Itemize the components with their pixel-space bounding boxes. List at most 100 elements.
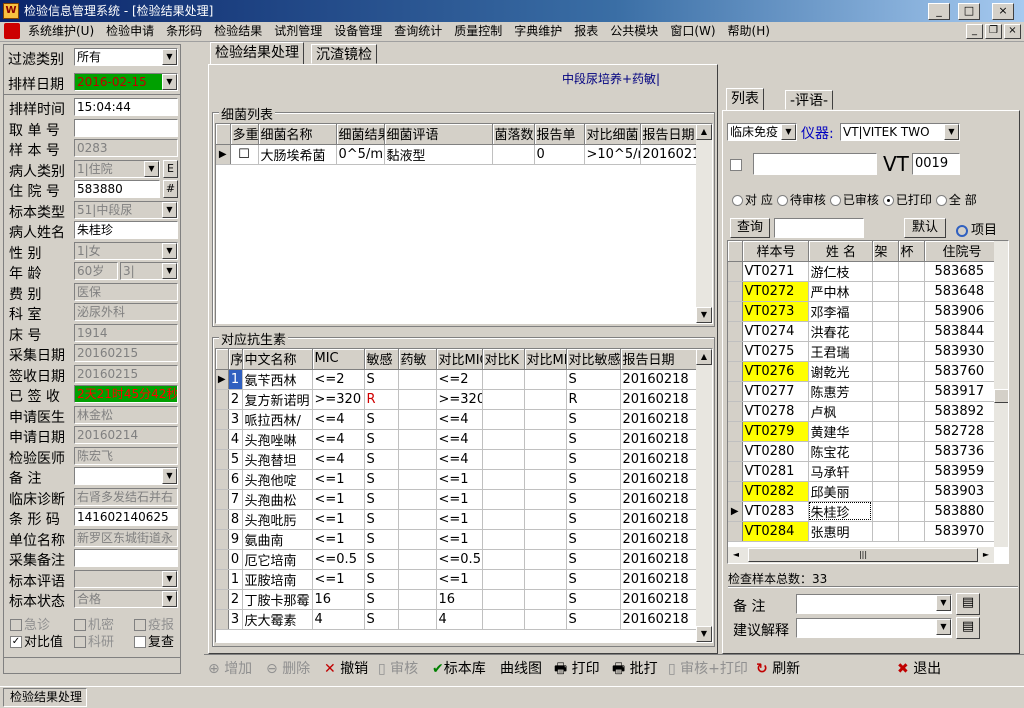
scroll-down-icon[interactable]: ▼ xyxy=(696,307,712,323)
mdi-restore-button[interactable]: ❐ xyxy=(985,24,1002,39)
menu-qc[interactable]: 质量控制 xyxy=(448,22,508,40)
option-checkbox[interactable]: ✓ 对比值 xyxy=(10,631,63,650)
table-row[interactable]: VT0281 马承轩 583959 xyxy=(728,461,999,482)
bacteria-scrollbar[interactable]: ▲ ▼ xyxy=(696,124,712,323)
radio-pending[interactable] xyxy=(776,195,788,206)
note-select[interactable]: ▼ xyxy=(796,594,952,614)
field-value[interactable]: 林金松 xyxy=(74,405,178,424)
tab-sediment[interactable]: 沉渣镜检 xyxy=(311,44,377,64)
col-header[interactable]: 对比敏感 xyxy=(566,349,621,370)
table-row[interactable]: 4 头孢唑啉 <=4 S <=4 S 20160218 xyxy=(216,429,699,450)
exit-button[interactable]: ✖ 退出 xyxy=(897,658,941,680)
menu-system[interactable]: 系统维护(U) xyxy=(22,22,100,40)
chevron-down-icon[interactable]: ▼ xyxy=(936,619,951,635)
col-header[interactable]: 药敏 xyxy=(398,349,437,370)
menu-common[interactable]: 公共模块 xyxy=(604,22,664,40)
field-value[interactable]: 陈宏飞 xyxy=(74,446,178,465)
tab-comment[interactable]: -评语- xyxy=(785,90,834,110)
table-row[interactable]: VT0271 游仁枝 583685 xyxy=(728,261,999,282)
chevron-down-icon[interactable]: ▼ xyxy=(944,124,959,140)
table-row[interactable]: 5 头孢替坦 <=4 S <=4 S 20160218 xyxy=(216,449,699,470)
field-button[interactable]: E xyxy=(163,159,178,178)
field-value[interactable]: 141602140625 xyxy=(74,508,178,526)
table-row[interactable]: VT0272 严中林 583648 xyxy=(728,281,999,302)
chevron-down-icon[interactable]: ▼ xyxy=(162,591,177,607)
scroll-down-icon[interactable]: ▼ xyxy=(696,626,712,642)
col-header[interactable]: 报告日期 xyxy=(640,124,699,145)
minimize-button[interactable]: _ xyxy=(928,3,950,20)
field-button[interactable]: # xyxy=(163,180,178,198)
field-value[interactable]: 新罗区东城街道永 xyxy=(74,528,178,547)
col-header[interactable]: 中文名称 xyxy=(242,349,313,370)
table-row[interactable]: ▶ VT0283 朱桂珍 583880 xyxy=(728,501,999,522)
table-row[interactable]: VT0284 张惠明 583970 xyxy=(728,521,999,542)
menu-window[interactable]: 窗口(W) xyxy=(664,22,721,40)
menu-dict[interactable]: 字典维护 xyxy=(508,22,568,40)
query-input[interactable] xyxy=(774,218,864,238)
field-value[interactable]: 51|中段尿 ▼ xyxy=(74,200,178,219)
col-header[interactable]: 样本号 xyxy=(742,241,809,262)
search-box[interactable] xyxy=(753,153,877,175)
vt-number-field[interactable]: 0019 xyxy=(912,153,960,175)
col-header[interactable]: 细菌结果 xyxy=(336,124,385,145)
chevron-down-icon[interactable]: ▼ xyxy=(162,201,177,218)
print-button[interactable]: 🖶 打印 xyxy=(554,658,600,680)
col-header[interactable]: 菌落数 xyxy=(492,124,535,145)
items-button[interactable]: 项目 xyxy=(956,219,997,238)
refresh-button[interactable]: ↻ 刷新 xyxy=(756,658,800,680)
scroll-up-icon[interactable]: ▲ xyxy=(696,124,712,140)
table-row[interactable]: 2 复方新诺明 >=320 R >=320 R 20160218 xyxy=(216,389,699,410)
col-header[interactable]: 报告单 xyxy=(534,124,585,145)
col-header[interactable]: 敏感 xyxy=(364,349,399,370)
field-value[interactable]: 20160215 xyxy=(74,344,178,362)
sample-grid[interactable]: 样本号姓 名架杯住院号 VT0271 游仁枝 583685 VT0272 严中林 5836… xyxy=(727,240,1009,564)
table-row[interactable]: 3 哌拉西林/<=4 S <=4 S 20160218 xyxy=(216,409,699,430)
field-value[interactable]: 0283 xyxy=(74,139,178,157)
field-value[interactable]: 20160215 xyxy=(74,364,178,383)
option-checkbox[interactable]: 复查 xyxy=(134,631,174,650)
field-value[interactable]: 2天21时45分42秒 xyxy=(74,385,178,403)
clinic-select[interactable]: 临床免疫 ▼ xyxy=(727,123,797,141)
menu-apply[interactable]: 检验申请 xyxy=(100,22,160,40)
table-row[interactable]: 7 头孢曲松 <=1 S <=1 S 20160218 xyxy=(216,489,699,510)
chevron-down-icon[interactable]: ▼ xyxy=(144,160,159,177)
menu-query[interactable]: 查询统计 xyxy=(388,22,448,40)
table-row[interactable]: 0 厄它培南 <=0.5 S <=0.5 S 20160218 xyxy=(216,549,699,570)
menu-reagent[interactable]: 试剂管理 xyxy=(268,22,328,40)
scroll-up-icon[interactable]: ▲ xyxy=(696,349,712,365)
field-value[interactable]: 583880 xyxy=(74,180,160,198)
col-header[interactable]: 细菌名称 xyxy=(258,124,337,145)
sample-hscrollbar[interactable]: ◄ ||| ► xyxy=(728,547,994,563)
curve-button[interactable]: 曲线图 xyxy=(500,658,542,680)
table-row[interactable]: VT0278 卢枫 583892 xyxy=(728,401,999,422)
field-value[interactable] xyxy=(74,549,178,567)
col-header[interactable]: 细菌评语 xyxy=(384,124,493,145)
table-row[interactable]: VT0280 陈宝花 583736 xyxy=(728,441,999,462)
chevron-down-icon[interactable]: ▼ xyxy=(781,124,796,140)
advice-select[interactable]: ▼ xyxy=(796,618,952,638)
col-header[interactable]: MIC xyxy=(312,349,365,370)
table-row[interactable]: ▶☐大肠埃希菌0^5/ml黏液型0>10^5/ml2016021 xyxy=(216,144,699,165)
menu-result[interactable]: 检验结果 xyxy=(208,22,268,40)
col-header[interactable]: 对比细菌 xyxy=(584,124,641,145)
filter-checkbox[interactable] xyxy=(730,157,744,171)
menu-barcode[interactable]: 条形码 xyxy=(160,22,208,40)
col-header[interactable]: 架 xyxy=(872,241,899,262)
note-edit-icon[interactable]: ▤ xyxy=(956,593,980,615)
chevron-down-icon[interactable]: ▼ xyxy=(162,468,177,484)
chevron-down-icon[interactable]: ▼ xyxy=(162,263,177,279)
table-row[interactable]: 2 丁胺卡那霉 16 S 16 S 20160218 xyxy=(216,589,699,610)
chevron-down-icon[interactable]: ▼ xyxy=(162,49,177,65)
field-value[interactable]: 20160214 xyxy=(74,426,178,444)
field-value[interactable]: 60岁 xyxy=(74,262,118,280)
col-header[interactable]: 对比MIC xyxy=(524,349,567,370)
default-button[interactable]: 默认 xyxy=(904,218,946,238)
table-row[interactable]: VT0282 邱美丽 583903 xyxy=(728,481,999,502)
table-row[interactable]: VT0277 陈惠芳 583917 xyxy=(728,381,999,402)
maximize-button[interactable]: □ xyxy=(958,3,980,20)
col-header[interactable]: 住院号 xyxy=(924,241,999,262)
col-header[interactable]: 序 xyxy=(228,349,243,370)
field-value[interactable]: 朱桂珍 xyxy=(74,221,178,239)
table-row[interactable]: VT0273 邓李福 583906 xyxy=(728,301,999,322)
table-row[interactable]: 9 氨曲南 <=1 S <=1 S 20160218 xyxy=(216,529,699,550)
